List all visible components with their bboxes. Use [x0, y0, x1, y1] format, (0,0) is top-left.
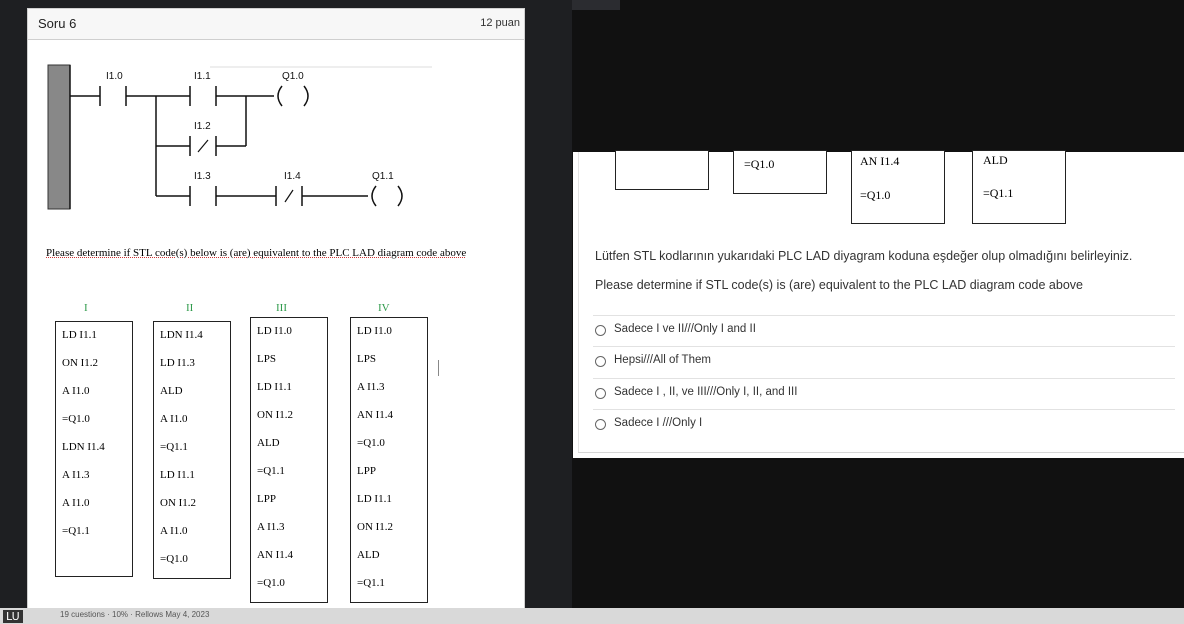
stl-box-fragment-3: AN I1.4 =Q1.0 [851, 150, 945, 224]
text-cursor [438, 360, 439, 376]
stl-line: LDN I1.4 [62, 441, 105, 453]
stl-line: A I1.0 [62, 385, 90, 397]
stl-line: A I1.0 [62, 497, 90, 509]
box4-line-2: =Q1.1 [983, 186, 1014, 200]
stl-line: =Q1.1 [357, 577, 385, 589]
language-indicator[interactable]: LU [3, 610, 23, 623]
stl-line: ALD [160, 385, 183, 397]
stl-column-label: IV [378, 302, 390, 314]
answer-option-2[interactable]: Hepsi///All of Them [595, 354, 711, 367]
stl-line: =Q1.0 [357, 437, 385, 449]
stl-line: ON I1.2 [62, 357, 99, 369]
option-label: Sadece I ve II///Only I and II [614, 323, 756, 335]
prompt-english: Please determine if STL code(s) is (are)… [595, 278, 1083, 292]
radio-icon[interactable] [595, 356, 606, 367]
power-rail [47, 64, 71, 210]
question-card: Soru 6 12 puan I1.0 I1.1 I1.2 I1.3 I1.4 … [27, 8, 525, 612]
box3-line-2: =Q1.0 [860, 188, 891, 202]
prompt-turkish: Lütfen STL kodlarının yukarıdaki PLC LAD… [595, 249, 1133, 263]
question-prompt-en: Please determine if STL code(s) below is… [46, 247, 467, 259]
option-label: Sadece I ///Only I [614, 417, 703, 429]
box4-line-1: ALD [983, 153, 1008, 167]
box3-line-1: AN I1.4 [860, 154, 900, 168]
stl-line: AN I1.4 [257, 549, 294, 561]
coil-q10 [277, 85, 283, 107]
stl-line: LPS [357, 353, 376, 365]
stl-line: A I1.3 [62, 469, 90, 481]
stl-line: LDN I1.4 [160, 329, 203, 341]
stl-line: ON I1.2 [257, 409, 294, 421]
taskbar: LU 19 cuestions · 10% · Rellows May 4, 2… [0, 608, 1184, 624]
box2-line: =Q1.0 [744, 157, 775, 171]
stl-line: ON I1.2 [160, 497, 197, 509]
stl-column-label: II [186, 302, 194, 314]
coil-q11 [371, 185, 377, 207]
label-i14: I1.4 [284, 171, 301, 182]
stl-line: ALD [357, 549, 380, 561]
option-label: Hepsi///All of Them [614, 354, 711, 366]
radio-icon[interactable] [595, 325, 606, 336]
stl-box-fragment-1 [615, 150, 709, 190]
stl-line: ALD [257, 437, 280, 449]
label-i11: I1.1 [194, 71, 211, 82]
label-i13: I1.3 [194, 171, 211, 182]
label-q11: Q1.1 [372, 171, 394, 182]
stl-line: A I1.0 [160, 525, 188, 537]
question-title: Soru 6 [38, 16, 77, 31]
stl-column-label: I [84, 302, 88, 314]
stl-box-fragment-2: =Q1.0 [733, 150, 827, 194]
stl-box-fragment-4: ALD =Q1.1 [972, 150, 1066, 224]
stl-line: =Q1.1 [257, 465, 285, 477]
stl-line: LD I1.0 [257, 325, 292, 337]
answer-option-4[interactable]: Sadece I ///Only I [595, 417, 703, 430]
stl-line: A I1.3 [357, 381, 385, 393]
stl-line: LD I1.1 [357, 493, 392, 505]
radio-icon[interactable] [595, 419, 606, 430]
question-header: Soru 6 12 puan [28, 9, 524, 40]
stl-line: LD I1.0 [357, 325, 392, 337]
window-tab-stub [572, 0, 620, 10]
stl-line: LPS [257, 353, 276, 365]
label-i10: I1.0 [106, 71, 123, 82]
stl-column-label: III [276, 302, 287, 314]
stl-line: ON I1.2 [357, 521, 394, 533]
stl-line: LD I1.3 [160, 357, 195, 369]
status-text: 19 cuestions · 10% · Rellows May 4, 2023 [60, 610, 210, 619]
stl-line: =Q1.0 [160, 553, 188, 565]
stl-line: =Q1.1 [62, 525, 90, 537]
stl-line: A I1.3 [257, 521, 285, 533]
stl-line: LD I1.1 [257, 381, 292, 393]
ladder-diagram: I1.0 I1.1 I1.2 I1.3 I1.4 Q1.0 Q1.1 [47, 64, 432, 210]
stl-line: =Q1.0 [62, 413, 90, 425]
question-points: 12 puan [480, 17, 520, 29]
option-label: Sadece I , II, ve III///Only I, II, and … [614, 386, 798, 398]
stl-line: LPP [257, 493, 276, 505]
stl-line: AN I1.4 [357, 409, 394, 421]
answer-panel: =Q1.0 AN I1.4 =Q1.0 ALD =Q1.1 Lütfen STL… [573, 150, 1184, 458]
label-q10: Q1.0 [282, 71, 304, 82]
stl-line: LD I1.1 [160, 469, 195, 481]
answer-option-3[interactable]: Sadece I , II, ve III///Only I, II, and … [595, 386, 798, 399]
stl-line: =Q1.0 [257, 577, 285, 589]
label-i12: I1.2 [194, 121, 211, 132]
stl-line: LPP [357, 465, 376, 477]
answer-option-1[interactable]: Sadece I ve II///Only I and II [595, 323, 756, 336]
stl-line: A I1.0 [160, 413, 188, 425]
stl-line: LD I1.1 [62, 329, 97, 341]
stl-line: =Q1.1 [160, 441, 188, 453]
radio-icon[interactable] [595, 388, 606, 399]
